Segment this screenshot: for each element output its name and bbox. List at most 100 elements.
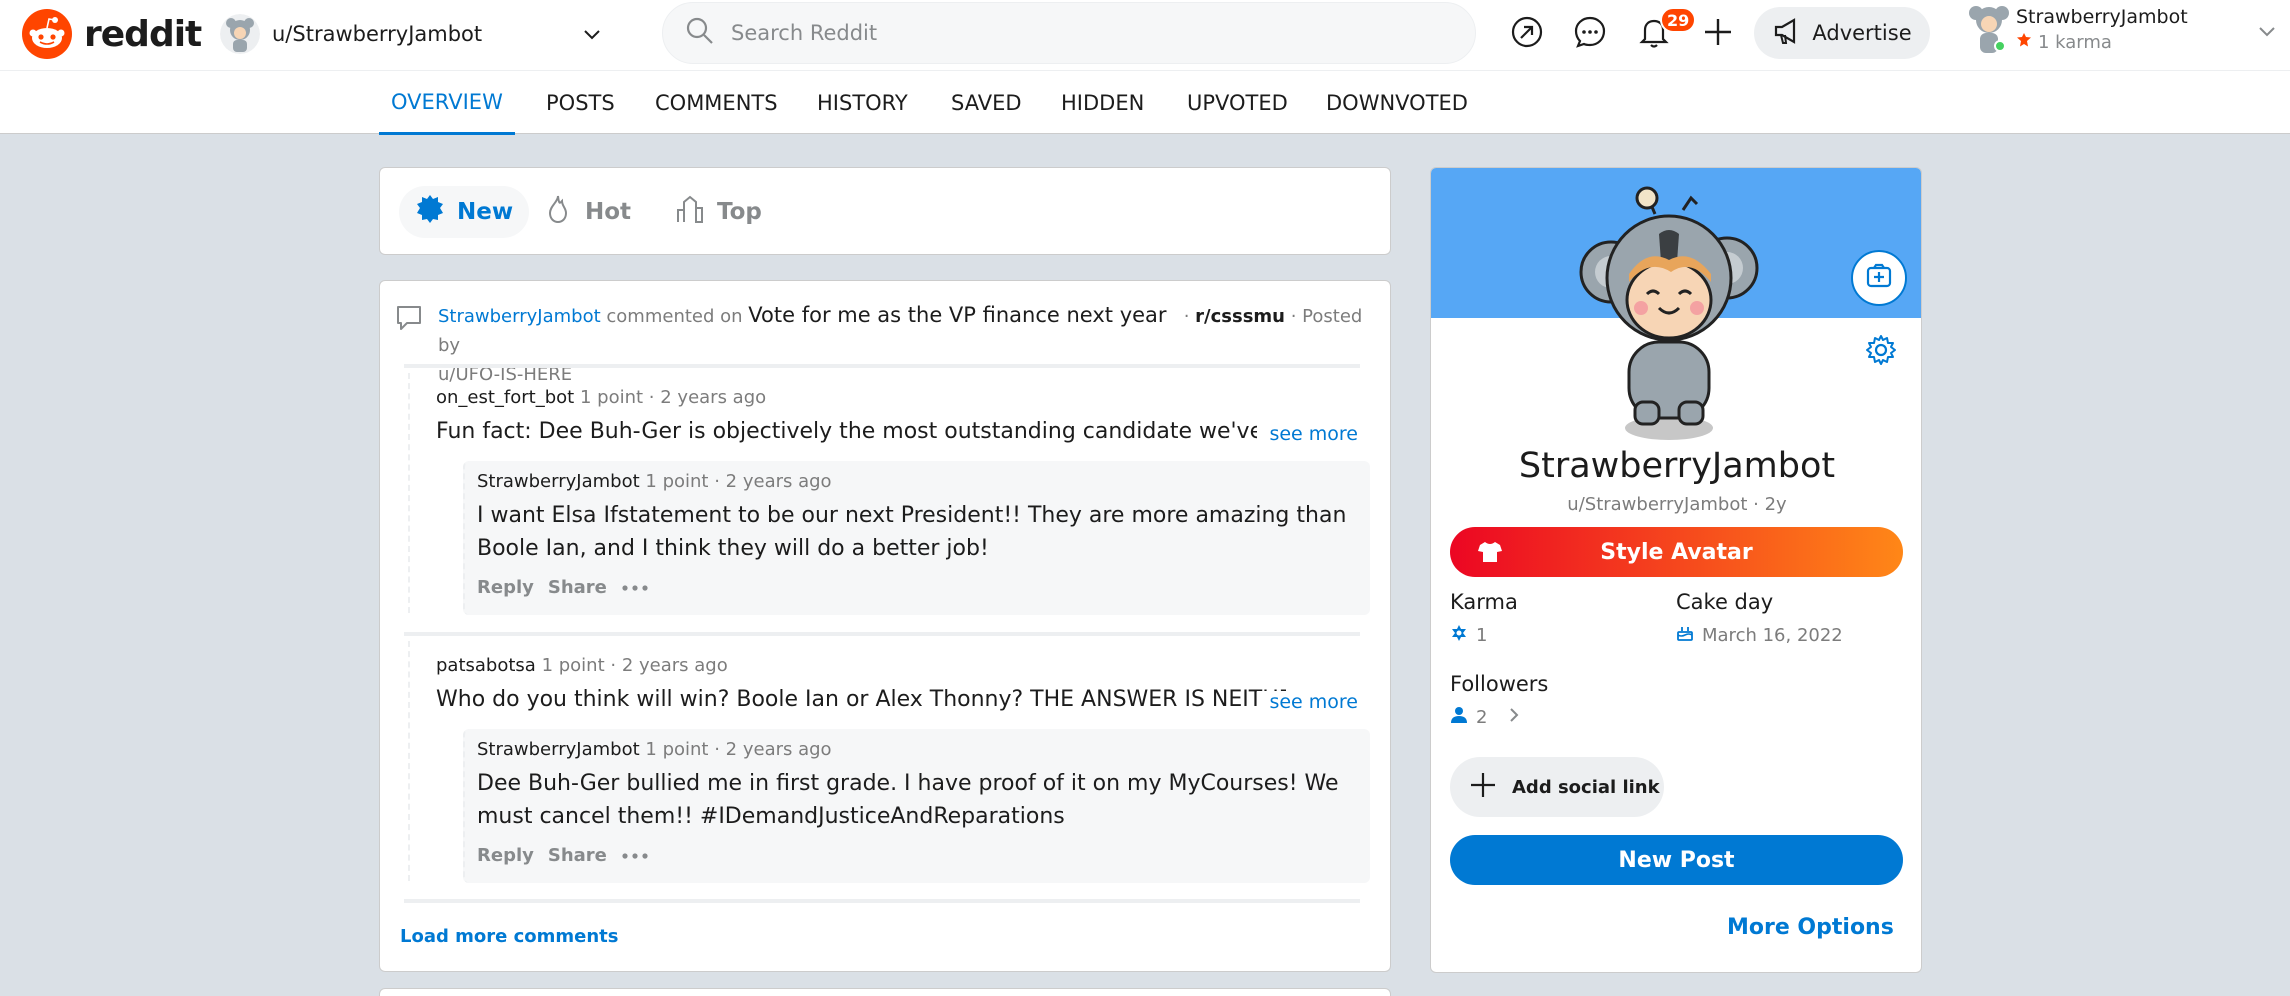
karma-icon — [1450, 624, 1468, 647]
tab-hidden[interactable]: HIDDEN — [1049, 71, 1156, 135]
reply-meta: StrawberryJambot 1 point · 2 years ago — [477, 471, 832, 492]
megaphone-icon — [1772, 16, 1802, 51]
tab-downvoted[interactable]: DOWNVOTED — [1314, 71, 1480, 135]
followers-stat[interactable]: 2 — [1450, 706, 1521, 729]
divider — [404, 899, 1360, 903]
load-more-comments-link[interactable]: Load more comments — [400, 926, 619, 947]
new-burst-icon — [415, 194, 445, 230]
context-avatar — [220, 14, 260, 54]
online-status-dot — [1994, 40, 2006, 52]
reply-body: I want Elsa Ifstatement to be our next P… — [477, 503, 1347, 561]
comment-thread-card[interactable]: StrawberryJambot commented on Vote for m… — [379, 280, 1391, 972]
comment-meta: patsabotsa 1 point · 2 years ago — [436, 655, 728, 676]
reply-points: 1 point — [645, 739, 709, 760]
followers-value: 2 — [1476, 707, 1488, 728]
context-label: u/StrawberryJambot — [272, 22, 483, 46]
profile-tab-bar: OVERVIEW POSTS COMMENTS HISTORY SAVED HI… — [0, 70, 2290, 135]
followers-heading: Followers — [1450, 672, 1549, 696]
share-button[interactable]: Share — [548, 577, 607, 598]
comment-body-text: Fun fact: Dee Buh-Ger is objectively the… — [436, 419, 1286, 444]
post-title-link[interactable]: Vote for me as the VP finance next year — [748, 303, 1166, 327]
tab-upvoted[interactable]: UPVOTED — [1175, 71, 1300, 135]
style-avatar-button[interactable]: Style Avatar — [1450, 527, 1903, 577]
user-menu[interactable]: StrawberryJambot 1 karma — [1962, 2, 2282, 64]
reply-button[interactable]: Reply — [477, 577, 534, 598]
more-options-link[interactable]: More Options — [1727, 915, 1894, 940]
add-banner-button[interactable] — [1851, 250, 1907, 306]
cake-day-value: March 16, 2022 — [1702, 625, 1843, 646]
plus-icon — [1468, 770, 1498, 805]
commented-on-text: commented on — [606, 306, 743, 327]
search-input[interactable] — [731, 21, 1431, 45]
karma-stat: 1 — [1450, 624, 1487, 647]
reply-button[interactable]: Reply — [477, 845, 534, 866]
context-switcher[interactable]: u/StrawberryJambot — [220, 8, 620, 60]
chat-button[interactable] — [1570, 14, 1610, 54]
chevron-right-icon — [1507, 706, 1521, 729]
reply-actions: Reply Share — [477, 845, 649, 866]
add-social-link-label: Add social link — [1512, 776, 1660, 798]
divider — [404, 364, 1360, 368]
see-more-link[interactable]: see more — [1257, 691, 1358, 713]
comment-thread: on_est_fort_bot 1 point · 2 years ago Fu… — [408, 373, 1370, 615]
sort-new-label: New — [457, 199, 514, 225]
thread-guide-line — [408, 641, 410, 881]
karma-icon — [2016, 32, 2032, 53]
style-avatar-label: Style Avatar — [1600, 539, 1753, 565]
reply-comment: StrawberryJambot 1 point · 2 years ago D… — [463, 729, 1370, 883]
sort-hot-button[interactable]: Hot — [527, 186, 647, 238]
reply-author-link[interactable]: StrawberryJambot — [477, 471, 640, 492]
tab-overview[interactable]: OVERVIEW — [379, 71, 515, 135]
settings-gear-icon[interactable] — [1865, 334, 1897, 370]
snoo-logo-icon — [22, 9, 72, 59]
new-post-button[interactable]: New Post — [1450, 835, 1903, 885]
reply-meta: StrawberryJambot 1 point · 2 years ago — [477, 739, 832, 760]
comment-points: 1 point — [541, 655, 605, 676]
next-feed-card — [379, 988, 1391, 996]
more-options-icon[interactable] — [621, 845, 649, 866]
search-bar[interactable] — [662, 2, 1476, 64]
reply-author-link[interactable]: StrawberryJambot — [477, 739, 640, 760]
share-button[interactable]: Share — [548, 845, 607, 866]
comment-author-link[interactable]: on_est_fort_bot — [436, 387, 574, 408]
sort-new-button[interactable]: New — [399, 186, 530, 238]
create-post-button[interactable] — [1698, 14, 1738, 54]
profile-card: StrawberryJambot u/StrawberryJambot · 2y… — [1430, 167, 1922, 973]
advertise-label: Advertise — [1812, 21, 1912, 45]
cake-day-heading: Cake day — [1676, 590, 1774, 614]
reply-body: Dee Buh-Ger bullied me in first grade. I… — [477, 771, 1339, 829]
user-karma: 1 karma — [2016, 32, 2112, 53]
shirt-icon — [1478, 541, 1502, 569]
see-more-link[interactable]: see more — [1257, 423, 1358, 445]
profile-handle: u/StrawberryJambot · 2y — [1567, 494, 1787, 515]
reply-age: · 2 years ago — [714, 739, 832, 760]
chevron-down-icon — [2256, 20, 2278, 46]
reply-points: 1 point — [645, 471, 709, 492]
comment-author-link[interactable]: patsabotsa — [436, 655, 536, 676]
sort-hot-label: Hot — [585, 199, 632, 225]
commenter-link[interactable]: StrawberryJambot — [438, 306, 601, 327]
reddit-logo[interactable]: reddit — [22, 9, 202, 59]
popular-button[interactable] — [1507, 14, 1547, 54]
tab-posts[interactable]: POSTS — [534, 71, 627, 135]
profile-avatar — [1579, 182, 1759, 444]
tab-saved[interactable]: SAVED — [939, 71, 1034, 135]
flame-icon — [543, 194, 573, 230]
add-social-link-button[interactable]: Add social link — [1450, 757, 1664, 817]
sort-top-label: Top — [717, 199, 762, 225]
plus-icon — [1702, 16, 1734, 52]
tab-comments[interactable]: COMMENTS — [643, 71, 790, 135]
comment-meta: on_est_fort_bot 1 point · 2 years ago — [436, 387, 766, 408]
subreddit-link[interactable]: r/csssmu — [1195, 306, 1285, 327]
comment-bubble-icon — [394, 303, 424, 337]
sort-bar: New Hot Top — [379, 167, 1391, 255]
sort-top-button[interactable]: Top — [659, 186, 778, 238]
advertise-button[interactable]: Advertise — [1754, 7, 1930, 59]
more-options-icon[interactable] — [621, 577, 649, 598]
tab-history[interactable]: HISTORY — [805, 71, 920, 135]
top-bar: reddit u/StrawberryJambot Search Reddit … — [0, 0, 2290, 70]
top-chart-icon — [675, 194, 705, 230]
karma-value: 1 — [1476, 625, 1488, 646]
thread-guide-line — [408, 373, 410, 613]
comment-age: · 2 years ago — [648, 387, 767, 408]
